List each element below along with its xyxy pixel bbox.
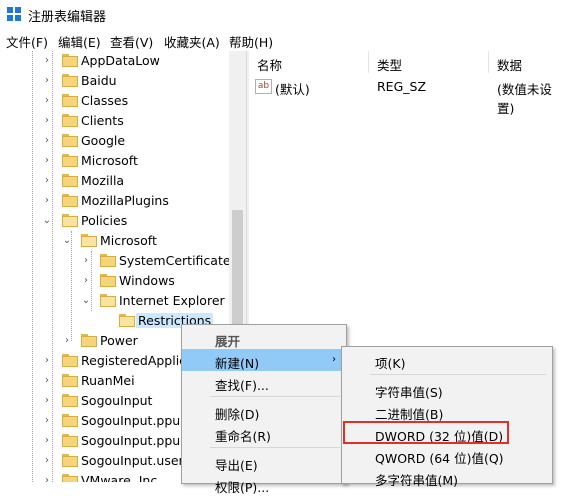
menu-view[interactable]: 查看(V): [110, 32, 153, 51]
regedit-app-icon: [7, 7, 21, 21]
submenu-item-multi-string-value[interactable]: 多字符串值(M): [342, 466, 552, 488]
menu-separator: [210, 396, 340, 397]
tree-item-mozillaplugins[interactable]: › MozillaPlugins: [0, 191, 229, 211]
dword-highlight-box: [343, 421, 509, 444]
tree-item-clients[interactable]: › Clients: [0, 111, 229, 131]
title-bar: 注册表编辑器: [0, 0, 569, 28]
new-submenu: 项(K) 字符串值(S) 二进制值(B) DWORD (32 位)值(D) QW…: [341, 346, 553, 488]
column-header-name[interactable]: 名称: [257, 55, 282, 74]
menu-edit[interactable]: 编辑(E): [58, 32, 101, 51]
tree-item-microsoft[interactable]: › Microsoft: [0, 151, 229, 171]
value-data: (数值未设置): [497, 82, 552, 116]
column-header-data[interactable]: 数据: [497, 55, 522, 74]
tree-item-classes[interactable]: › Classes: [0, 91, 229, 111]
context-item-expand[interactable]: 展开: [182, 327, 346, 349]
menu-bar: 文件(F) 编辑(E) 查看(V) 收藏夹(A) 帮助(H): [0, 29, 569, 51]
context-item-rename[interactable]: 重命名(R): [182, 422, 346, 444]
value-name: (默认): [275, 82, 310, 97]
column-header-type[interactable]: 类型: [377, 55, 402, 74]
string-value-icon: ab: [255, 79, 272, 94]
tree-item-systemcertificates[interactable]: › SystemCertificates: [0, 251, 229, 271]
table-row[interactable]: ab (默认) REG_SZ (数值未设置): [249, 77, 569, 116]
submenu-item-qword-value[interactable]: QWORD (64 位)值(Q): [342, 444, 552, 466]
context-item-delete[interactable]: 删除(D): [182, 400, 346, 422]
submenu-item-key[interactable]: 项(K): [342, 349, 552, 371]
value-type: REG_SZ: [377, 79, 427, 94]
menu-separator: [370, 374, 546, 375]
context-item-permissions[interactable]: 权限(P)...: [182, 473, 346, 495]
submenu-item-binary-value[interactable]: 二进制值(B): [342, 400, 552, 422]
submenu-arrow-icon: ›: [332, 354, 336, 365]
column-divider[interactable]: [368, 51, 369, 73]
context-menu: 展开 新建(N) › 查找(F)... 删除(D) 重命名(R) 导出(E) 权…: [181, 324, 347, 495]
tree-item-internet-explorer[interactable]: ⌄ Internet Explorer: [0, 291, 229, 311]
menu-favorites[interactable]: 收藏夹(A): [164, 32, 220, 51]
context-item-new[interactable]: 新建(N) ›: [182, 349, 346, 371]
menu-help[interactable]: 帮助(H): [229, 32, 273, 51]
menu-separator: [210, 447, 340, 448]
tree-item-windows[interactable]: › Windows: [0, 271, 229, 291]
window-title: 注册表编辑器: [28, 10, 107, 25]
context-item-find[interactable]: 查找(F)...: [182, 371, 346, 393]
context-item-export[interactable]: 导出(E): [182, 451, 346, 473]
tree-item-appdatalow[interactable]: › AppDataLow: [0, 51, 229, 71]
menu-file[interactable]: 文件(F): [6, 32, 48, 51]
column-divider[interactable]: [488, 51, 489, 73]
tree-item-baidu[interactable]: › Baidu: [0, 71, 229, 91]
tree-item-google[interactable]: › Google: [0, 131, 229, 151]
tree-item-policies-microsoft[interactable]: ⌄ Microsoft: [0, 231, 229, 251]
tree-item-mozilla[interactable]: › Mozilla: [0, 171, 229, 191]
submenu-item-string-value[interactable]: 字符串值(S): [342, 378, 552, 400]
tree-item-policies[interactable]: ⌄ Policies: [0, 211, 229, 231]
